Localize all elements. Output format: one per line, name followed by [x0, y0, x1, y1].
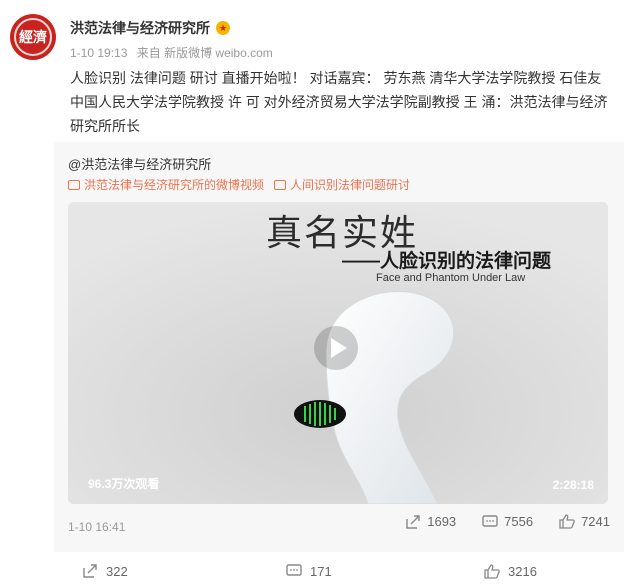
vip-badge-icon: ★: [216, 21, 230, 35]
video-link[interactable]: 洪范法律与经济研究所的微博视频: [68, 176, 264, 193]
post-actions: 322 171 3216: [0, 556, 624, 586]
post-time[interactable]: 1-10 19:13: [70, 46, 127, 60]
video-view-count: 96.3万次观看: [88, 477, 160, 491]
repost-icon: [406, 514, 420, 529]
repost-stats: 1693 7556 7241: [379, 514, 610, 529]
repost-card: @洪范法律与经济研究所 洪范法律与经济研究所的微博视频 人间识别法律问题研讨 真…: [54, 142, 624, 552]
comment-icon: [482, 514, 498, 527]
repost-icon: [83, 564, 97, 578]
post-meta: 1-10 19:13 来自 新版微博 weibo.com: [70, 44, 279, 61]
repost-repost-count[interactable]: 1693: [405, 514, 456, 529]
video-subtitle-en: Face and Phantom Under Law: [376, 272, 526, 284]
repost-button-count: 322: [106, 563, 128, 579]
video-duration: 2:28:18: [552, 478, 594, 492]
repost-author[interactable]: @洪范法律与经济研究所: [68, 154, 211, 173]
topic-link[interactable]: 人间识别法律问题研讨: [274, 176, 410, 193]
post-author[interactable]: 洪范法律与经济研究所 ★: [70, 18, 230, 38]
repost-button[interactable]: 322: [82, 564, 128, 579]
video-player[interactable]: 真名实姓 ——人脸识别的法律问题 Face and Phantom Under …: [68, 202, 608, 504]
repost-like-count[interactable]: 7241: [559, 514, 610, 529]
video-link-icon: [68, 179, 80, 190]
like-button[interactable]: 3216: [484, 564, 537, 579]
repost-comment-count[interactable]: 7556: [482, 514, 533, 529]
comment-button[interactable]: 171: [286, 564, 332, 579]
post-text: 人脸识别 法律问题 研讨 直播开始啦！ 对话嘉宾： 劳东燕 清华大学法学院教授 …: [70, 70, 608, 134]
topic-link-icon: [274, 179, 287, 190]
topic-link-label: 人间识别法律问题研讨: [290, 178, 411, 192]
repost-links: 洪范法律与经济研究所的微博视频 人间识别法律问题研讨: [68, 176, 420, 193]
comment-button-count: 171: [310, 563, 332, 579]
like-button-count: 3216: [508, 563, 537, 579]
like-icon: [559, 514, 575, 529]
like-icon: [484, 563, 500, 579]
like-count-label: 7241: [581, 514, 610, 529]
play-icon[interactable]: [314, 326, 358, 370]
avatar-logo-text: 經濟: [14, 18, 52, 56]
repost-time[interactable]: 1-10 16:41: [68, 520, 125, 534]
video-subtitle: ——人脸识别的法律问题: [342, 251, 552, 272]
avatar[interactable]: 經濟: [10, 14, 56, 60]
comment-count-label: 7556: [504, 514, 534, 529]
video-link-label: 洪范法律与经济研究所的微博视频: [84, 178, 265, 192]
comment-icon: [286, 564, 302, 576]
post-author-name[interactable]: 洪范法律与经济研究所: [70, 18, 210, 38]
repost-count-label: 1693: [427, 514, 457, 529]
post-source: 来自 新版微博 weibo.com: [136, 46, 273, 60]
